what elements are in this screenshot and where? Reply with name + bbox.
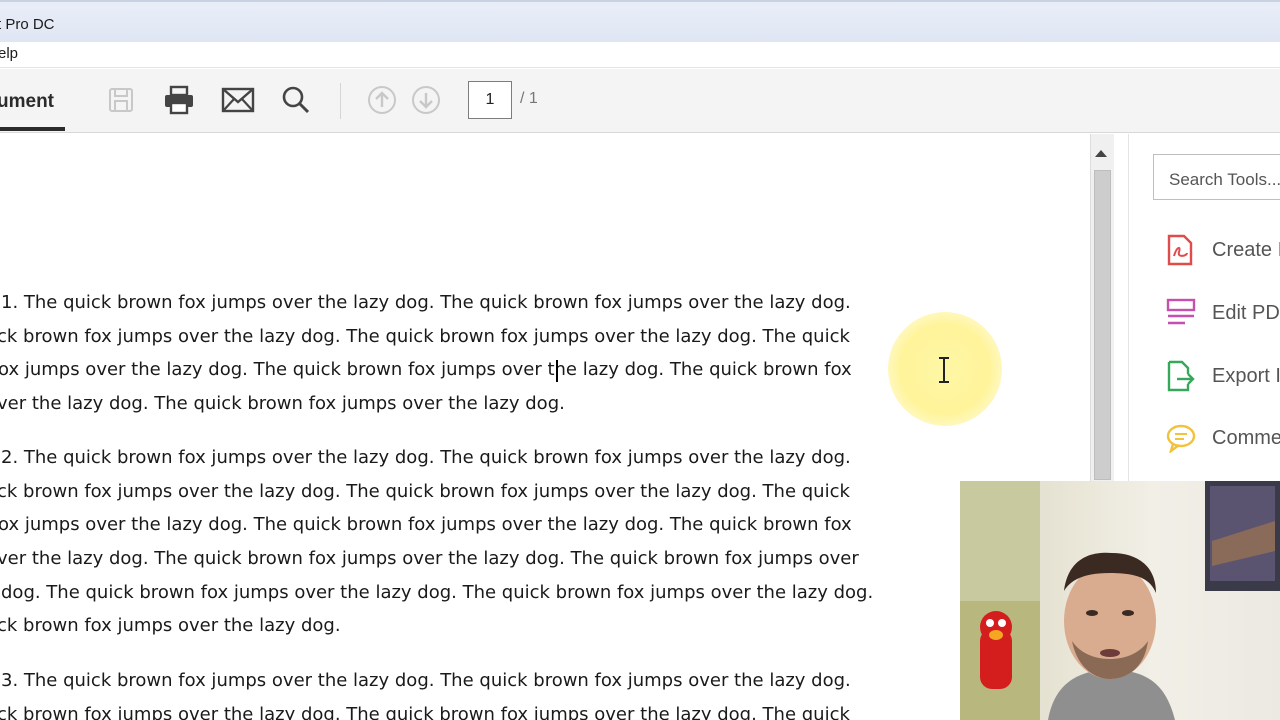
page-total: / 1 bbox=[520, 90, 538, 107]
toolbar-divider bbox=[340, 83, 341, 119]
presenter-video-image bbox=[960, 481, 1280, 720]
text-line: 2. The quick brown fox jumps over the la… bbox=[1, 447, 851, 468]
tool-export-pdf[interactable] bbox=[1165, 359, 1195, 393]
print-icon[interactable] bbox=[162, 83, 196, 117]
document-view[interactable]: 1. The quick brown fox jumps over the la… bbox=[0, 134, 1090, 720]
window-title: t Pro DC bbox=[0, 16, 55, 33]
search-tools-input[interactable]: Search Tools... bbox=[1153, 154, 1280, 200]
export-pdf-icon bbox=[1167, 360, 1195, 392]
create-pdf-icon bbox=[1167, 234, 1193, 266]
search-icon[interactable] bbox=[279, 83, 313, 117]
tool-create-label: Create I bbox=[1212, 239, 1280, 261]
tool-export-label: Export I bbox=[1212, 365, 1280, 387]
tab-document[interactable]: ument bbox=[0, 91, 54, 113]
text-line: ck brown fox jumps over the lazy dog. Th… bbox=[0, 481, 850, 502]
page-up-icon[interactable] bbox=[365, 83, 399, 117]
text-line: ver the lazy dog. The quick brown fox ju… bbox=[0, 393, 565, 414]
scrollbar-thumb[interactable] bbox=[1094, 170, 1111, 480]
webcam-overlay bbox=[960, 481, 1280, 720]
text-line: 1. The quick brown fox jumps over the la… bbox=[1, 292, 851, 313]
tool-comment-label: Comme bbox=[1212, 427, 1280, 449]
title-bar: t Pro DC bbox=[0, 0, 1280, 42]
comment-icon bbox=[1166, 424, 1196, 453]
text-line: ox jumps over the lazy dog. The quick br… bbox=[0, 514, 852, 535]
tool-comment[interactable] bbox=[1165, 421, 1197, 455]
text-line: 3. The quick brown fox jumps over the la… bbox=[1, 670, 851, 691]
toolbar: ument 1 / 1 bbox=[0, 69, 1280, 133]
text-line: ck brown fox jumps over the lazy dog. Th… bbox=[0, 326, 850, 347]
page-number-input[interactable]: 1 bbox=[468, 81, 512, 119]
menu-bar: elp bbox=[0, 42, 1280, 68]
text-line: ox jumps over the lazy dog. The quick br… bbox=[0, 359, 852, 380]
page-down-icon[interactable] bbox=[409, 83, 443, 117]
tool-edit-pdf[interactable] bbox=[1165, 296, 1197, 330]
text-caret bbox=[556, 360, 558, 382]
menu-help[interactable]: elp bbox=[0, 45, 18, 62]
text-line: ck brown fox jumps over the lazy dog. bbox=[0, 615, 341, 636]
text-line: ver the lazy dog. The quick brown fox ju… bbox=[0, 548, 859, 569]
tool-edit-label: Edit PD bbox=[1212, 302, 1280, 324]
save-icon[interactable] bbox=[104, 83, 138, 117]
text-line: dog. The quick brown fox jumps over the … bbox=[1, 582, 874, 603]
tab-document-underline bbox=[0, 127, 65, 131]
edit-pdf-icon bbox=[1166, 298, 1196, 325]
text-line: ck brown fox jumps over the lazy dog. Th… bbox=[0, 704, 850, 720]
ibeam-cursor-icon bbox=[937, 356, 951, 388]
tool-create-pdf[interactable] bbox=[1165, 233, 1195, 267]
scroll-up-arrow-icon[interactable] bbox=[1095, 150, 1107, 157]
mail-icon[interactable] bbox=[221, 83, 255, 117]
